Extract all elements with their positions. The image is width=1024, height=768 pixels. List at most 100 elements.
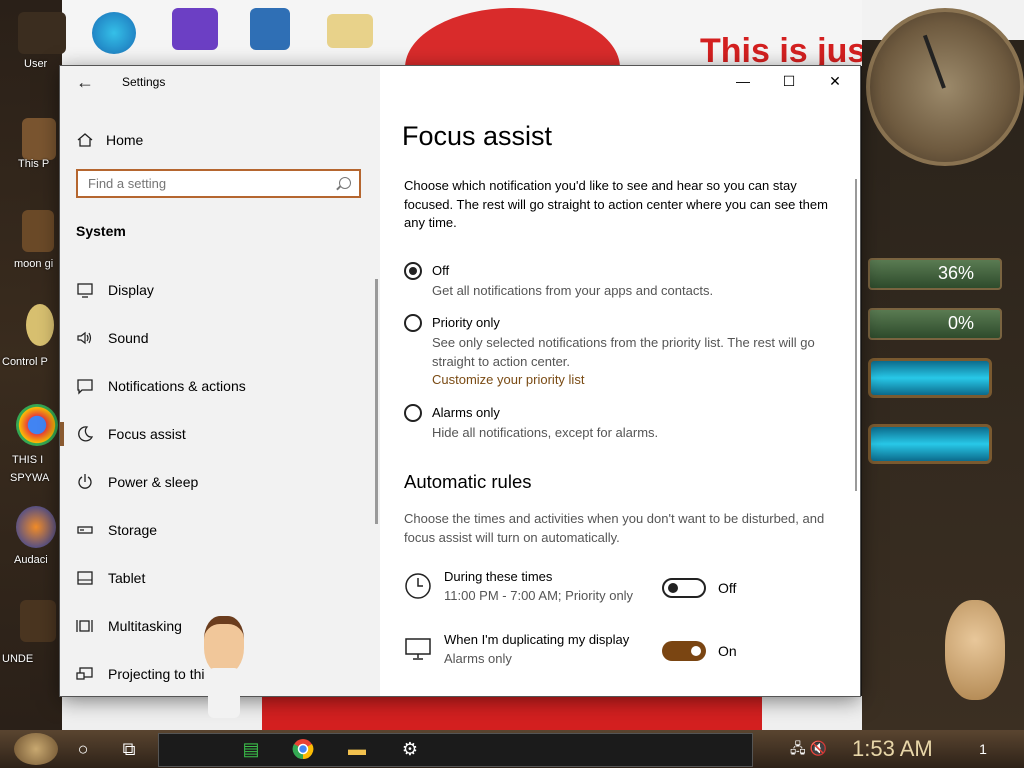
sidebar-item-label: Notifications & actions <box>108 378 246 394</box>
option-label-off[interactable]: Off <box>432 263 449 278</box>
home-nav-item[interactable]: Home <box>76 130 143 150</box>
visual-studio-icon[interactable] <box>172 8 218 50</box>
settings-window: ← Settings Home System Display Sound Not… <box>60 66 860 696</box>
cartoon-head <box>204 616 244 674</box>
speaker-icon <box>76 329 94 347</box>
hxd-icon[interactable] <box>327 14 373 48</box>
automatic-rules-heading: Automatic rules <box>404 471 532 492</box>
toggle-duplicating-display[interactable] <box>662 641 706 661</box>
desktop-icon-label: moon gi <box>14 258 54 270</box>
monitor-icon <box>76 281 94 299</box>
option-label-alarms[interactable]: Alarms only <box>432 405 500 420</box>
desktop-floor-graphic <box>62 696 862 730</box>
toggle-state-times: Off <box>718 580 737 596</box>
search-icon[interactable] <box>339 177 351 189</box>
system-tray[interactable]: 🖧 🔇 <box>790 738 827 762</box>
sidebar-item-storage[interactable]: Storage <box>60 508 380 552</box>
moon-icon <box>76 425 94 443</box>
this-pc-icon[interactable] <box>22 118 56 160</box>
minimize-button[interactable]: — <box>720 66 766 96</box>
content-pane: — ☐ ✕ Focus assist Choose which notifica… <box>380 66 860 696</box>
rule-sub-times: 11:00 PM - 7:00 AM; Priority only <box>444 588 634 603</box>
sidebar-item-label: Multitasking <box>108 618 182 634</box>
rule-title-duplicating[interactable]: When I'm duplicating my display <box>444 632 629 647</box>
sidebar-item-tablet[interactable]: Tablet <box>60 556 380 600</box>
audacity-icon[interactable] <box>16 506 56 548</box>
search-box[interactable] <box>76 169 361 198</box>
sidebar-item-display[interactable]: Display <box>60 268 380 312</box>
search-input[interactable] <box>78 171 338 196</box>
toggle-during-times[interactable] <box>662 578 706 598</box>
sidebar-item-label: Power & sleep <box>108 474 199 490</box>
storage-icon <box>76 521 94 539</box>
radio-alarms-only[interactable] <box>404 404 422 422</box>
sidebar-item-label: Storage <box>108 522 158 538</box>
page-description: Choose which notification you'd like to … <box>404 178 828 230</box>
edge-browser-icon[interactable] <box>92 12 136 54</box>
maximize-button[interactable]: ☐ <box>766 66 812 96</box>
close-button[interactable]: ✕ <box>812 66 858 96</box>
sidebar-item-label: Sound <box>108 330 149 346</box>
home-label: Home <box>106 132 144 148</box>
user-folder-icon[interactable] <box>18 12 66 54</box>
taskbar-clock[interactable]: 1:53 AM <box>852 736 933 762</box>
lightbulb-icon[interactable] <box>26 304 54 346</box>
radio-priority-only[interactable] <box>404 314 422 332</box>
hamster-graphic <box>945 600 1005 700</box>
app-title: Settings <box>122 75 166 89</box>
option-desc-alarms: Hide all notifications, except for alarm… <box>432 425 659 440</box>
settings-gear-icon[interactable]: ⚙ <box>395 734 425 764</box>
desktop-icon-label: This P <box>18 158 50 170</box>
tablet-icon <box>76 569 94 587</box>
cortana-icon[interactable]: ○ <box>68 734 98 764</box>
radio-off[interactable] <box>404 262 422 280</box>
desktop-icon-label: UNDE <box>2 653 34 665</box>
rule-title-times[interactable]: During these times <box>444 569 552 584</box>
memory-meter: 0% <box>868 308 1002 340</box>
notification-count: 1 <box>979 741 987 757</box>
option-desc-off: Get all notifications from your apps and… <box>432 283 714 298</box>
action-center-icon[interactable]: 1 <box>968 734 998 764</box>
moon-icon-desktop[interactable] <box>22 210 54 252</box>
automatic-rules-description: Choose the times and activities when you… <box>404 511 825 545</box>
option-label-priority[interactable]: Priority only <box>432 315 500 330</box>
folder-icon[interactable] <box>20 600 56 642</box>
section-title: System <box>76 223 126 239</box>
power-icon <box>76 473 94 491</box>
desktop-icon-label: User <box>24 58 48 70</box>
task-view-icon[interactable]: ⧉ <box>114 734 144 764</box>
notification-icon <box>76 377 94 395</box>
sidebar-item-notifications[interactable]: Notifications & actions <box>60 364 380 408</box>
steampunk-clock-widget <box>866 8 1024 166</box>
sidebar-item-power-sleep[interactable]: Power & sleep <box>60 460 380 504</box>
chrome-taskbar-icon[interactable] <box>288 734 318 764</box>
projector-icon <box>76 665 94 683</box>
desktop-icon-label: Audaci <box>14 554 48 566</box>
sidebar-item-label: Display <box>108 282 154 298</box>
cartoon-character <box>198 612 250 722</box>
start-button[interactable] <box>14 733 58 765</box>
cpu-meter: 36% <box>868 258 1002 290</box>
content-scrollbar[interactable] <box>855 179 857 491</box>
page-title: Focus assist <box>402 121 553 151</box>
chrome-icon[interactable] <box>16 404 58 446</box>
cpu-meter-value: 36% <box>937 263 974 283</box>
sidebar-item-sound[interactable]: Sound <box>60 316 380 360</box>
sidebar-scrollbar[interactable] <box>375 279 378 524</box>
file-explorer-icon[interactable]: ▬ <box>342 734 372 764</box>
desktop-icon-label: SPYWA <box>10 472 50 484</box>
desktop-icon-label: THIS I <box>12 454 44 466</box>
sidebar-item-label: Focus assist <box>108 426 186 442</box>
sidebar: ← Settings Home System Display Sound Not… <box>60 66 380 696</box>
virtualbox-icon[interactable] <box>250 8 290 50</box>
cartoon-body <box>208 668 240 718</box>
customize-priority-link[interactable]: Customize your priority list <box>432 372 584 387</box>
option-desc-priority: See only selected notifications from the… <box>432 335 815 369</box>
notes-app-icon[interactable]: ▤ <box>236 734 266 764</box>
taskbar: ○ ⧉ ▤ ▬ ⚙ 🖧 🔇 1:53 AM 1 <box>0 730 1024 768</box>
gauge-tube <box>868 358 992 398</box>
active-indicator <box>60 422 64 446</box>
back-arrow-icon[interactable]: ← <box>76 72 94 92</box>
toggle-state-duplicating: On <box>718 643 737 659</box>
sidebar-item-focus-assist[interactable]: Focus assist <box>60 412 380 456</box>
